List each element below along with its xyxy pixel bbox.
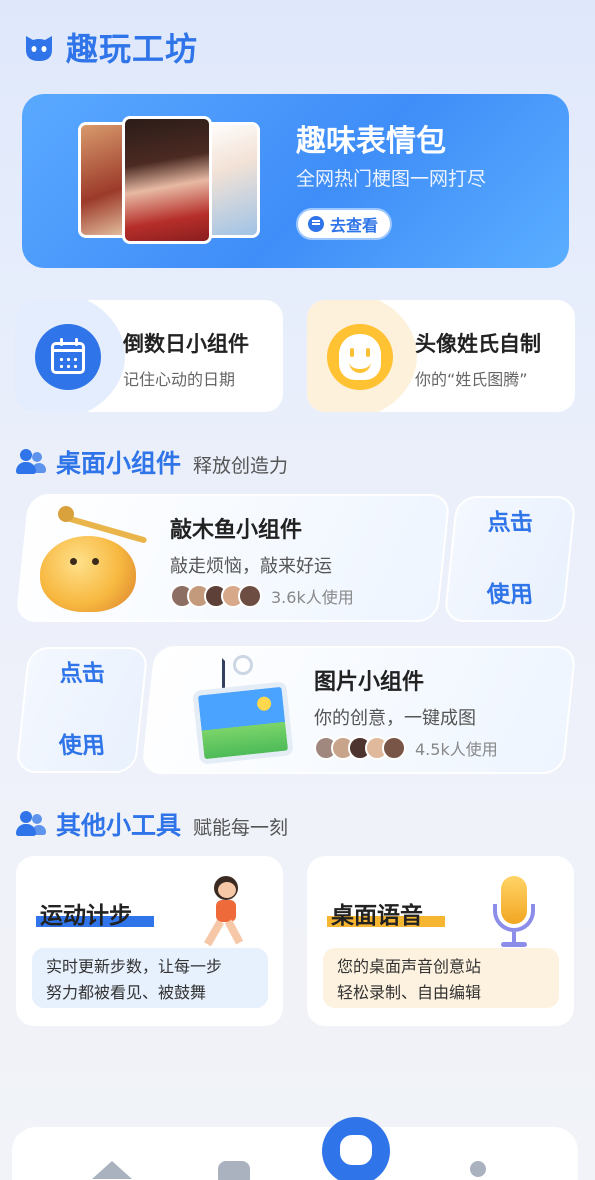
box-icon[interactable] xyxy=(214,1147,254,1180)
calendar-icon-bg xyxy=(35,324,101,390)
smile-face-icon xyxy=(339,334,381,380)
center-face-icon[interactable] xyxy=(322,1117,390,1180)
runner-icon xyxy=(196,876,256,950)
avatar-surname-card[interactable]: 头像姓氏自制 你的“姓氏图腾” xyxy=(307,300,575,412)
use-picture-widget-button[interactable]: 点击 使用 xyxy=(15,647,149,773)
desktop-widgets-header: 桌面小组件 释放创造力 xyxy=(16,444,288,480)
smile-icon-bg xyxy=(327,324,393,390)
meme-banner[interactable]: 趣味表情包 全网热门梗图一网打尽 去查看 xyxy=(22,94,569,268)
view-button-label: 去查看 xyxy=(330,216,379,235)
tool-description: 实时更新步数，让每一步 努力都被看见、被鼓舞 xyxy=(32,948,268,1008)
widget-title: 图片小组件 xyxy=(314,670,425,695)
view-button[interactable]: 去查看 xyxy=(296,208,393,240)
app-header: 趣玩工坊 xyxy=(22,24,198,70)
usage-count: 4.5k人使用 xyxy=(415,740,498,759)
countdown-widget-card[interactable]: 倒数日小组件 记住心动的日期 xyxy=(15,300,283,412)
app-title: 趣玩工坊 xyxy=(66,30,199,68)
users-icon xyxy=(16,449,46,475)
step-counter-card[interactable]: 运动计步 实时更新步数，让每一步 努力都被看见、被鼓舞 xyxy=(16,856,283,1026)
feature-subtitle: 记住心动的日期 xyxy=(123,370,236,389)
banner-title: 趣味表情包 xyxy=(296,124,446,159)
banner-subtitle: 全网热门梗图一网打尽 xyxy=(296,168,487,190)
usage-count: 3.6k人使用 xyxy=(271,588,354,607)
calendar-icon xyxy=(51,338,85,374)
tool-title: 运动计步 xyxy=(40,903,132,929)
widget-subtitle: 你的创意，一键成图 xyxy=(314,708,476,729)
feature-title: 头像姓氏自制 xyxy=(415,332,541,356)
widget-title: 敲木鱼小组件 xyxy=(170,518,303,543)
avatar xyxy=(382,736,406,760)
feature-subtitle: 你的“姓氏图腾” xyxy=(415,370,528,389)
tool-title: 桌面语音 xyxy=(331,903,423,929)
users-icon xyxy=(16,811,46,837)
bottom-nav xyxy=(12,1117,578,1180)
chat-bubble-icon xyxy=(308,216,324,232)
widget-subtitle: 敲走烦恼，敲来好运 xyxy=(170,556,332,577)
section-title: 其他小工具 xyxy=(56,811,182,840)
tool-description: 您的桌面声音创意站 轻松录制、自由编辑 xyxy=(323,948,559,1008)
avatar xyxy=(238,584,262,608)
picture-frame-icon xyxy=(192,681,294,765)
microphone-icon xyxy=(485,876,545,950)
section-subtitle: 赋能每一刻 xyxy=(193,816,289,839)
feature-title: 倒数日小组件 xyxy=(123,332,249,356)
section-subtitle: 释放创造力 xyxy=(193,454,289,477)
widget-users: 4.5k人使用 xyxy=(314,736,498,760)
use-wooden-fish-button[interactable]: 点击 使用 xyxy=(443,496,577,622)
banner-photo-center xyxy=(122,116,212,244)
section-title: 桌面小组件 xyxy=(56,449,182,478)
mallet-head xyxy=(58,506,74,522)
home-icon[interactable] xyxy=(92,1147,132,1180)
desktop-voice-card[interactable]: 桌面语音 您的桌面声音创意站 轻松录制、自由编辑 xyxy=(307,856,574,1026)
wooden-fish-icon xyxy=(40,536,136,616)
user-icon[interactable] xyxy=(464,1147,492,1180)
other-tools-header: 其他小工具 赋能每一刻 xyxy=(16,806,288,842)
cat-face-icon xyxy=(26,36,52,61)
widget-users: 3.6k人使用 xyxy=(170,584,354,608)
